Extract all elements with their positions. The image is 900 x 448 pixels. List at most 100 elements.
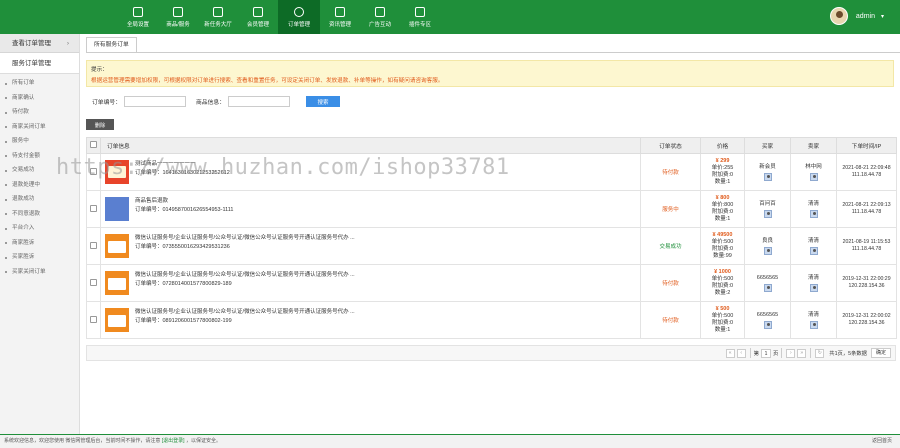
table-row[interactable]: 微信认证服务号/企业认证服务号/公众号认证/微信公众号认证服务号开通认证服务号代… xyxy=(86,227,897,265)
table-row[interactable]: 商品售后退款 订单编号：0149587001626554953-1111 服务中 … xyxy=(86,190,897,228)
back-home-link[interactable]: 返回首页 xyxy=(872,435,892,448)
row-checkbox[interactable] xyxy=(90,278,97,286)
sidebar-item[interactable]: 买家关闭订单 xyxy=(0,265,79,280)
product-thumbnail[interactable] xyxy=(105,234,129,258)
product-thumbnail[interactable] xyxy=(105,197,129,221)
buyer-name[interactable]: 6656565 xyxy=(757,275,778,282)
task-hall-icon xyxy=(213,6,223,17)
sidebar-item[interactable]: 商家关闭订单 xyxy=(0,120,79,135)
confirm-button[interactable]: 确定 xyxy=(870,348,891,358)
seller-name[interactable]: 清清 xyxy=(808,275,819,282)
sidebar-item[interactable]: 买家胜诉 xyxy=(0,250,79,265)
sidebar-item[interactable]: 退款处理中 xyxy=(0,178,79,193)
seller-name[interactable]: 林中网 xyxy=(805,164,822,171)
table-row[interactable]: 微信认证服务号/企业认证服务号/公众号认证/微信公众号认证服务号开通认证服务号代… xyxy=(86,301,897,339)
table-header: 订单信息 订单状态 价格 买家 卖家 下单时间/IP xyxy=(86,137,897,154)
goods-info-input[interactable] xyxy=(228,96,290,107)
tab-all-service-orders[interactable]: 所有服务订单 xyxy=(86,37,137,53)
news-icon xyxy=(335,6,345,17)
user-icon xyxy=(809,172,818,181)
product-name[interactable]: 商品售后退款 xyxy=(135,197,233,206)
seller-name[interactable]: 清清 xyxy=(808,312,819,319)
footer: 系统欢迎信息，欢迎您使用 微信网管理后台，当前时间不操作，请注意 [退出登录] … xyxy=(0,434,900,448)
order-no-input[interactable] xyxy=(124,96,186,107)
next-page-button[interactable]: › xyxy=(786,348,796,358)
row-checkbox[interactable] xyxy=(90,167,97,175)
search-form: 订单编号： 商品信息： 搜索 xyxy=(92,96,340,107)
order-time: 2019-12-31 22:00:29 xyxy=(842,276,891,282)
footer-text: 系统欢迎信息，欢迎您使用 微信网管理后台，当前时间不操作，请注意 xyxy=(4,438,161,444)
user-menu[interactable]: admin ▾ xyxy=(829,7,884,25)
col-status: 订单状态 xyxy=(640,137,701,154)
order-time: 2019-12-31 22:00:02 xyxy=(842,313,891,319)
nav-label: 广告互动 xyxy=(368,21,391,28)
status-badge: 待付款 xyxy=(662,318,679,324)
product-name[interactable]: 微信认证服务号/企业认证服务号/公众号认证/微信公众号认证服务号开通认证服务号代… xyxy=(135,271,355,280)
tip-title: 提示： xyxy=(91,67,108,73)
sidebar-item[interactable]: 服务中 xyxy=(0,134,79,149)
nav-goods[interactable]: 商品/服务 xyxy=(158,0,198,34)
product-thumbnail[interactable] xyxy=(105,308,129,332)
sidebar-section-service-orders[interactable]: 服务订单管理 xyxy=(0,53,79,74)
nav-news[interactable]: 资讯管理 xyxy=(320,0,360,34)
select-all-checkbox[interactable] xyxy=(90,141,97,148)
nav-members[interactable]: 会员管理 xyxy=(238,0,278,34)
sidebar-item[interactable]: 商家确认 xyxy=(0,91,79,106)
refresh-icon[interactable]: ↻ xyxy=(815,348,825,358)
page-info: 共1页，5条数据 xyxy=(829,351,867,357)
page-suffix: 页 xyxy=(772,351,779,357)
status-badge: 服务中 xyxy=(662,207,679,213)
tip-text: 根据运营管理需要增加权限，可根据权限对订单进行搜索、查看和重置任务，可设定关闭订… xyxy=(91,78,444,84)
row-checkbox[interactable] xyxy=(90,315,97,323)
order-number: 订单编号：1641630163021253252612 xyxy=(135,170,230,176)
extra-fee: 附加费:0 xyxy=(711,320,734,326)
product-thumbnail[interactable] xyxy=(105,271,129,295)
first-page-button[interactable]: « xyxy=(725,348,735,358)
product-name[interactable]: 测试商品一一一一一一一 xyxy=(135,160,230,169)
product-name[interactable]: 微信认证服务号/企业认证服务号/公众号认证/微信公众号认证服务号开通认证服务号代… xyxy=(135,308,355,317)
seller-name[interactable]: 清清 xyxy=(808,201,819,208)
user-icon xyxy=(763,320,772,329)
last-page-button[interactable]: » xyxy=(797,348,807,358)
table-row[interactable]: 微信认证服务号/企业认证服务号/公众号认证/微信公众号认证服务号开通认证服务号代… xyxy=(86,264,897,302)
product-thumbnail[interactable] xyxy=(105,160,129,184)
order-time: 2021-08-21 22:09:48 xyxy=(842,165,891,171)
tab-bar: 所有服务订单 xyxy=(86,37,137,53)
total-price: ¥ 299 xyxy=(715,158,730,164)
sidebar-item[interactable]: 交易成功 xyxy=(0,163,79,178)
page-input[interactable]: 1 xyxy=(760,348,771,358)
sidebar-list: 所有订单 商家确认 待付款 商家关闭订单 服务中 待支付金额 交易成功 退款处理… xyxy=(0,74,79,279)
product-name[interactable]: 微信认证服务号/企业认证服务号/公众号认证/微信公众号认证服务号开通认证服务号代… xyxy=(135,234,355,243)
row-checkbox[interactable] xyxy=(90,241,97,249)
nav-orders[interactable]: 订单管理 xyxy=(278,0,320,34)
row-checkbox[interactable] xyxy=(90,204,97,212)
nav-ads[interactable]: 广告互动 xyxy=(360,0,400,34)
user-icon xyxy=(763,246,772,255)
order-number: 订单编号：0149587001626554953-1111 xyxy=(135,207,234,213)
sidebar-item[interactable]: 退款成功 xyxy=(0,192,79,207)
status-badge: 待付款 xyxy=(662,170,679,176)
buyer-name[interactable]: 6656565 xyxy=(757,312,778,319)
nav-settings[interactable]: 全局设置 xyxy=(118,0,158,34)
buyer-name[interactable]: 新会员 xyxy=(759,164,776,171)
quantity: 数量:2 xyxy=(714,290,731,296)
table-row[interactable]: 测试商品一一一一一一一 订单编号：1641630163021253252612 待… xyxy=(86,153,897,191)
nav-label: 新任务大厅 xyxy=(204,21,232,28)
sidebar-item[interactable]: 所有订单 xyxy=(0,76,79,91)
sidebar-item[interactable]: 待付款 xyxy=(0,105,79,120)
logout-link[interactable]: [退出登录] xyxy=(162,438,185,444)
sidebar-item[interactable]: 待支付金额 xyxy=(0,149,79,164)
sidebar-item[interactable]: 商家胜诉 xyxy=(0,236,79,251)
nav-plugins[interactable]: 插件专区 xyxy=(400,0,440,34)
prev-page-button[interactable]: ‹ xyxy=(736,348,746,358)
nav-task-hall[interactable]: 新任务大厅 xyxy=(198,0,238,34)
search-button[interactable]: 搜索 xyxy=(306,96,340,107)
sidebar-section-view-orders[interactable]: 查看订单管理 › xyxy=(0,34,79,53)
avatar xyxy=(829,7,848,25)
seller-name[interactable]: 清清 xyxy=(808,238,819,245)
sidebar-item[interactable]: 平台介入 xyxy=(0,221,79,236)
delete-button[interactable]: 删除 xyxy=(86,119,114,130)
sidebar-item[interactable]: 不同意退款 xyxy=(0,207,79,222)
buyer-name[interactable]: 良良 xyxy=(762,238,773,245)
buyer-name[interactable]: 百问百 xyxy=(759,201,776,208)
